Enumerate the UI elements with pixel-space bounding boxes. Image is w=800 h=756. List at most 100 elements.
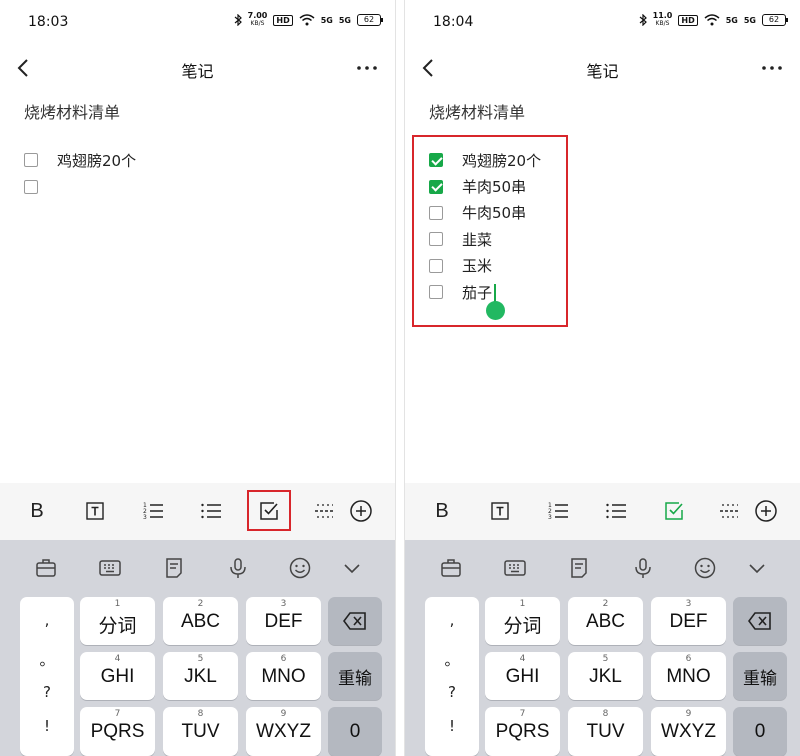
divider-button[interactable]: [311, 497, 339, 525]
checklist-highlight-box: [412, 135, 568, 327]
phone-screen-left: 18:03 7.00 KB/S HD 5G 5G 62 笔记 烧烤材料清单 鸡翅膀…: [0, 0, 396, 756]
text-style-icon: [86, 502, 104, 520]
punct-comma[interactable]: ,: [20, 611, 74, 629]
bold-button[interactable]: B: [428, 497, 456, 525]
keyboard-switch-icon[interactable]: [98, 556, 122, 580]
signal-5g-icon: 5G: [725, 15, 738, 25]
punctuation-column[interactable]: , 。 ? !: [425, 597, 479, 756]
text-cursor: [494, 284, 496, 302]
checkbox-unchecked[interactable]: [24, 153, 38, 168]
bullet-list-button[interactable]: [197, 497, 225, 525]
clipboard-icon[interactable]: [567, 556, 591, 580]
emoji-icon[interactable]: [693, 556, 717, 580]
keyboard-top-bar: [405, 540, 800, 596]
clipboard-icon[interactable]: [162, 556, 186, 580]
note-title[interactable]: 烧烤材料清单: [429, 99, 525, 123]
network-speed: 11.0 KB/S: [652, 11, 673, 28]
insert-button[interactable]: [347, 497, 375, 525]
punct-period[interactable]: 。: [425, 649, 479, 670]
more-options-icon[interactable]: [355, 56, 379, 80]
key-7-pqrs[interactable]: 7 PQRS: [485, 707, 560, 756]
signal-5g-icon-2: 5G: [743, 15, 756, 25]
checklist-icon: [665, 502, 683, 520]
backspace-icon: [343, 612, 366, 630]
phone-screen-right: 18:04 11.0 KB/S HD 5G 5G 62 笔记 烧烤材料清单 鸡翅膀…: [404, 0, 800, 756]
key-9-wxyz[interactable]: 9 WXYZ: [651, 707, 726, 756]
format-toolbar: B 123: [0, 483, 395, 540]
punct-question[interactable]: ?: [20, 683, 74, 701]
key-5-jkl[interactable]: 5 JKL: [568, 652, 643, 700]
key-8-tuv[interactable]: 8 TUV: [568, 707, 643, 756]
checklist-item-text[interactable]: 鸡翅膀20个: [57, 150, 136, 171]
punctuation-column[interactable]: , 。 ? !: [20, 597, 74, 756]
nav-bar: 笔记: [405, 46, 800, 90]
nav-bar: 笔记: [0, 46, 395, 90]
more-options-icon[interactable]: [760, 56, 784, 80]
backspace-key[interactable]: [328, 597, 382, 645]
bluetooth-icon: [234, 14, 242, 26]
numbered-list-button[interactable]: 123: [139, 497, 167, 525]
page-title: 笔记: [181, 62, 214, 81]
bullet-list-icon: [201, 503, 221, 519]
key-7-pqrs[interactable]: 7 PQRS: [80, 707, 155, 756]
key-1-fenci[interactable]: 1 分词: [485, 597, 560, 645]
key-2-abc[interactable]: 2 ABC: [568, 597, 643, 645]
svg-text:3: 3: [143, 514, 147, 521]
emoji-icon[interactable]: [288, 556, 312, 580]
keyboard-switch-icon[interactable]: [503, 556, 527, 580]
ime-keyboard: , 。 ? ! 1 分词 2 ABC 3 DEF 4 GHI 5 JKL 6 MNO 重输 …: [405, 540, 800, 756]
bold-button[interactable]: B: [23, 497, 51, 525]
checklist-button-active[interactable]: [660, 497, 688, 525]
zero-key[interactable]: 0: [733, 707, 787, 756]
toolbox-icon[interactable]: [34, 556, 58, 580]
checklist-highlight-box: [247, 490, 291, 531]
numbered-list-icon: 123: [548, 502, 568, 521]
key-9-wxyz[interactable]: 9 WXYZ: [246, 707, 321, 756]
punct-period[interactable]: 。: [20, 649, 74, 670]
checklist-item[interactable]: [24, 173, 136, 199]
numbered-list-button[interactable]: 123: [544, 497, 572, 525]
divider-icon: [315, 504, 335, 518]
note-title[interactable]: 烧烤材料清单: [24, 99, 120, 123]
key-3-def[interactable]: 3 DEF: [651, 597, 726, 645]
reenter-key[interactable]: 重输: [328, 652, 382, 700]
punct-exclamation[interactable]: !: [20, 717, 74, 735]
screen-gap: [396, 0, 404, 756]
punct-question[interactable]: ?: [425, 683, 479, 701]
insert-button[interactable]: [752, 497, 780, 525]
key-4-ghi[interactable]: 4 GHI: [80, 652, 155, 700]
key-5-jkl[interactable]: 5 JKL: [163, 652, 238, 700]
add-circle-icon: [755, 500, 777, 522]
text-style-button[interactable]: [81, 497, 109, 525]
backspace-key[interactable]: [733, 597, 787, 645]
bullet-list-button[interactable]: [602, 497, 630, 525]
key-2-abc[interactable]: 2 ABC: [163, 597, 238, 645]
numbered-list-icon: 123: [143, 502, 163, 521]
bluetooth-icon: [639, 14, 647, 26]
text-style-button[interactable]: [486, 497, 514, 525]
key-1-fenci[interactable]: 1 分词: [80, 597, 155, 645]
zero-key[interactable]: 0: [328, 707, 382, 756]
format-toolbar: B 123: [405, 483, 800, 540]
backspace-icon: [748, 612, 771, 630]
wifi-icon: [299, 14, 315, 26]
key-6-mno[interactable]: 6 MNO: [246, 652, 321, 700]
punct-comma[interactable]: ,: [425, 611, 479, 629]
toolbox-icon[interactable]: [439, 556, 463, 580]
divider-button[interactable]: [716, 497, 744, 525]
checkbox-unchecked[interactable]: [24, 179, 38, 194]
collapse-keyboard-icon[interactable]: [745, 556, 769, 580]
key-4-ghi[interactable]: 4 GHI: [485, 652, 560, 700]
collapse-keyboard-icon[interactable]: [340, 556, 364, 580]
microphone-icon[interactable]: [631, 556, 655, 580]
checklist-item[interactable]: 鸡翅膀20个: [24, 147, 136, 173]
microphone-icon[interactable]: [226, 556, 250, 580]
reenter-key[interactable]: 重输: [733, 652, 787, 700]
hd-badge: HD: [678, 14, 698, 26]
cursor-drag-handle[interactable]: [486, 301, 505, 320]
network-speed: 7.00 KB/S: [247, 11, 268, 28]
punct-exclamation[interactable]: !: [425, 717, 479, 735]
key-6-mno[interactable]: 6 MNO: [651, 652, 726, 700]
key-3-def[interactable]: 3 DEF: [246, 597, 321, 645]
key-8-tuv[interactable]: 8 TUV: [163, 707, 238, 756]
